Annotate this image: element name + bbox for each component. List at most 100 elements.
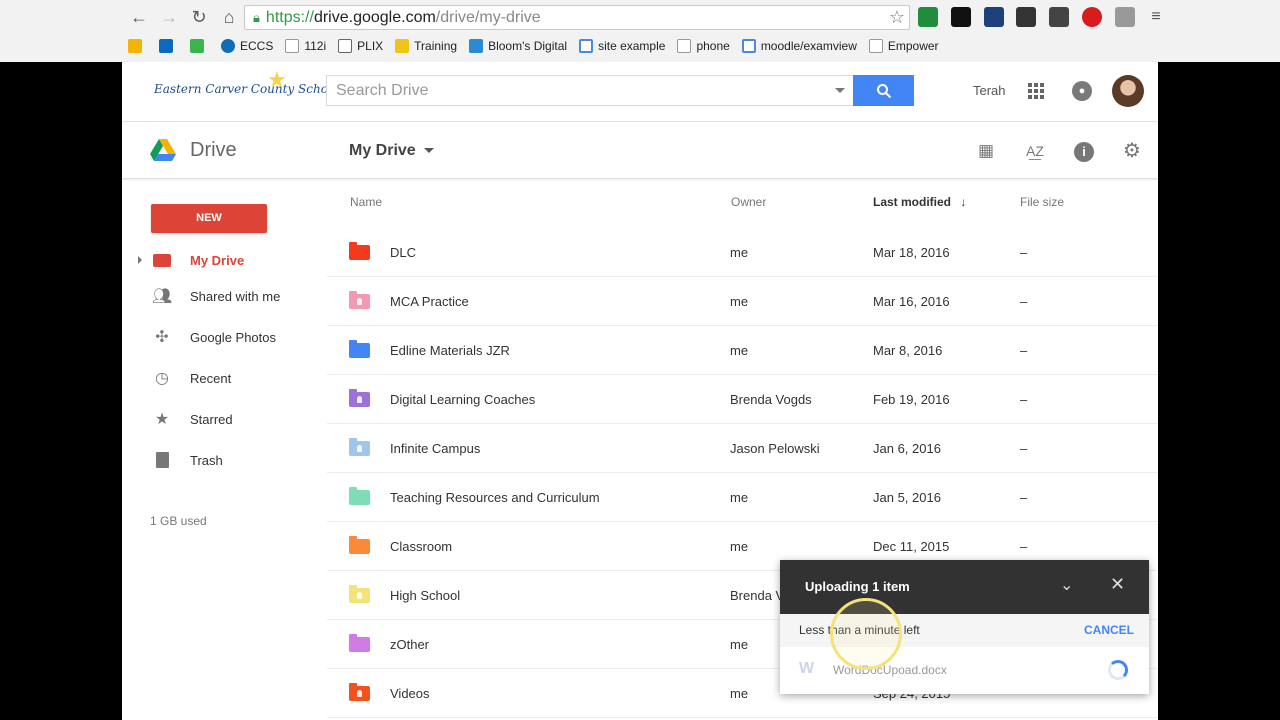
classroom-extension-icon[interactable] bbox=[918, 7, 938, 27]
bookmark-drive[interactable] bbox=[128, 39, 147, 53]
file-owner: me bbox=[730, 245, 749, 260]
avatar[interactable] bbox=[1112, 75, 1144, 107]
file-size: – bbox=[1020, 294, 1028, 309]
d-extension-icon[interactable] bbox=[1115, 7, 1135, 27]
file-name: High School bbox=[390, 588, 461, 603]
table-row[interactable]: MCA Practice me Mar 16, 2016 – bbox=[327, 277, 1158, 326]
screencast-extension-icon[interactable] bbox=[984, 7, 1004, 27]
bookmark-plix[interactable]: PLIX bbox=[338, 39, 383, 53]
grid-view-icon[interactable]: ▦ bbox=[976, 141, 996, 161]
clock-icon: ◷ bbox=[155, 370, 169, 387]
menu-icon[interactable]: ≡ bbox=[1146, 7, 1166, 27]
apps-grid-icon[interactable] bbox=[1028, 83, 1044, 99]
search-options-icon[interactable] bbox=[835, 88, 845, 93]
user-name[interactable]: Terah bbox=[973, 83, 1006, 98]
table-row[interactable]: Edline Materials JZR me Mar 8, 2016 – bbox=[327, 326, 1158, 375]
logo-star-icon: ★ bbox=[267, 67, 287, 92]
sidebar-item-starred[interactable]: ★ Starred bbox=[122, 401, 327, 437]
bookmark-phone[interactable]: phone bbox=[677, 39, 730, 53]
film-extension-icon[interactable] bbox=[1016, 7, 1036, 27]
bookmark-eccs[interactable]: ECCS bbox=[221, 39, 273, 53]
lock-icon: 🔒︎ bbox=[253, 9, 260, 25]
drive-logo-icon[interactable] bbox=[150, 139, 176, 161]
drive-page: Eastern Carver County Schools ★ Search D… bbox=[122, 62, 1158, 720]
file-size: – bbox=[1020, 490, 1028, 505]
new-button[interactable]: NEW bbox=[151, 204, 267, 233]
people-icon: 👥︎ bbox=[151, 288, 173, 305]
notifications-icon[interactable]: ● bbox=[1072, 81, 1092, 101]
file-modified: Mar 18, 2016 bbox=[873, 245, 950, 260]
file-name: DLC bbox=[390, 245, 417, 260]
column-owner[interactable]: Owner bbox=[731, 195, 766, 209]
storage-used[interactable]: 1 GB used bbox=[150, 514, 207, 528]
drive-title[interactable]: Drive bbox=[190, 139, 237, 162]
cancel-button[interactable]: CANCEL bbox=[1084, 623, 1134, 637]
address-bar[interactable]: 🔒︎ https://drive.google.com/drive/my-dri… bbox=[244, 5, 910, 30]
trash-icon bbox=[151, 449, 173, 471]
bookmark-training[interactable]: Training bbox=[395, 39, 457, 53]
location-dropdown[interactable]: My Drive bbox=[349, 142, 434, 160]
reload-icon[interactable]: ↻ bbox=[184, 3, 214, 33]
adblock-extension-icon[interactable] bbox=[1082, 7, 1102, 27]
collapse-chevron-icon[interactable]: ⌄ bbox=[1060, 575, 1073, 595]
file-modified: Jan 5, 2016 bbox=[873, 490, 941, 505]
forward-icon[interactable]: → bbox=[154, 3, 184, 33]
info-icon[interactable]: i bbox=[1074, 141, 1094, 162]
file-name: Digital Learning Coaches bbox=[390, 392, 536, 407]
school-logo[interactable]: Eastern Carver County Schools bbox=[154, 82, 345, 96]
upload-file-name: WordDocUpoad.docx bbox=[833, 663, 947, 677]
file-name: Videos bbox=[390, 686, 430, 701]
column-name[interactable]: Name bbox=[350, 195, 382, 209]
sidebar-item-my-drive[interactable]: My Drive bbox=[122, 242, 327, 278]
file-size: – bbox=[1020, 441, 1028, 456]
file-modified: Mar 8, 2016 bbox=[873, 343, 943, 358]
shared-folder-icon bbox=[349, 389, 370, 407]
close-icon[interactable]: ✕ bbox=[1110, 574, 1125, 595]
table-row[interactable]: DLC me Mar 18, 2016 – bbox=[327, 228, 1158, 277]
folder-icon bbox=[349, 340, 370, 358]
settings-gear-icon[interactable]: ⚙ bbox=[1122, 141, 1142, 161]
sidebar-item-photos[interactable]: ✣ Google Photos bbox=[122, 319, 327, 355]
sort-az-icon[interactable]: A͟Z bbox=[1025, 141, 1045, 161]
star-icon: ★ bbox=[154, 411, 170, 428]
search-input[interactable]: Search Drive bbox=[326, 75, 854, 106]
file-name: Edline Materials JZR bbox=[390, 343, 510, 358]
sidebar-item-trash[interactable]: Trash bbox=[122, 442, 327, 478]
bookmark-empower[interactable]: Empower bbox=[868, 39, 939, 53]
shared-folder-icon bbox=[349, 438, 370, 456]
upload-file-row: W WordDocUpoad.docx bbox=[780, 647, 1149, 694]
search-icon bbox=[876, 83, 891, 98]
column-last-modified[interactable]: Last modified ↓ bbox=[873, 195, 966, 209]
file-name: Teaching Resources and Curriculum bbox=[390, 490, 600, 505]
folder-icon bbox=[349, 536, 370, 554]
play-extension-icon[interactable] bbox=[951, 7, 971, 27]
upload-status-bar: Less than a minute left CANCEL bbox=[780, 614, 1149, 647]
bookmark-moodle[interactable]: moodle/examview bbox=[741, 39, 857, 53]
file-modified: Dec 11, 2015 bbox=[873, 539, 950, 554]
bookmark-site-example[interactable]: site example bbox=[579, 39, 665, 53]
sidebar: NEW My Drive 👥︎ Shared with me ✣ Google … bbox=[122, 180, 327, 720]
bookmark-c[interactable] bbox=[190, 39, 209, 53]
expand-arrow-icon[interactable] bbox=[138, 256, 142, 264]
table-row[interactable]: Digital Learning Coaches Brenda Vogds Feb … bbox=[327, 375, 1158, 424]
column-file-size[interactable]: File size bbox=[1020, 195, 1064, 209]
sidebar-item-recent[interactable]: ◷ Recent bbox=[122, 360, 327, 396]
file-owner: me bbox=[730, 686, 749, 701]
shared-folder-icon bbox=[349, 683, 370, 701]
search-button[interactable] bbox=[853, 75, 914, 106]
home-icon[interactable]: ⌂ bbox=[214, 3, 244, 33]
file-owner: Brenda V bbox=[730, 588, 785, 603]
table-row[interactable]: Infinite Campus Jason Pelowski Jan 6, 2016… bbox=[327, 424, 1158, 473]
bookmark-blooms[interactable]: Bloom's Digital bbox=[469, 39, 567, 53]
bookmark-star-icon[interactable]: ☆ bbox=[889, 7, 905, 28]
camera-extension-icon[interactable] bbox=[1049, 7, 1069, 27]
sidebar-item-shared[interactable]: 👥︎ Shared with me bbox=[122, 278, 327, 314]
bookmarks-bar: ECCS 112i PLIX Training Bloom's Digital … bbox=[0, 35, 1280, 57]
upload-title: Uploading 1 item bbox=[805, 579, 910, 594]
bookmark-112i[interactable]: 112i bbox=[285, 39, 326, 53]
bookmark-outlook[interactable] bbox=[159, 39, 178, 53]
pinwheel-icon: ✣ bbox=[155, 329, 169, 346]
table-row[interactable]: Teaching Resources and Curriculum me Jan 5… bbox=[327, 473, 1158, 522]
browser-chrome: ← → ↻ ⌂ 🔒︎ https://drive.google.com/driv… bbox=[0, 0, 1280, 62]
back-icon[interactable]: ← bbox=[124, 3, 154, 33]
